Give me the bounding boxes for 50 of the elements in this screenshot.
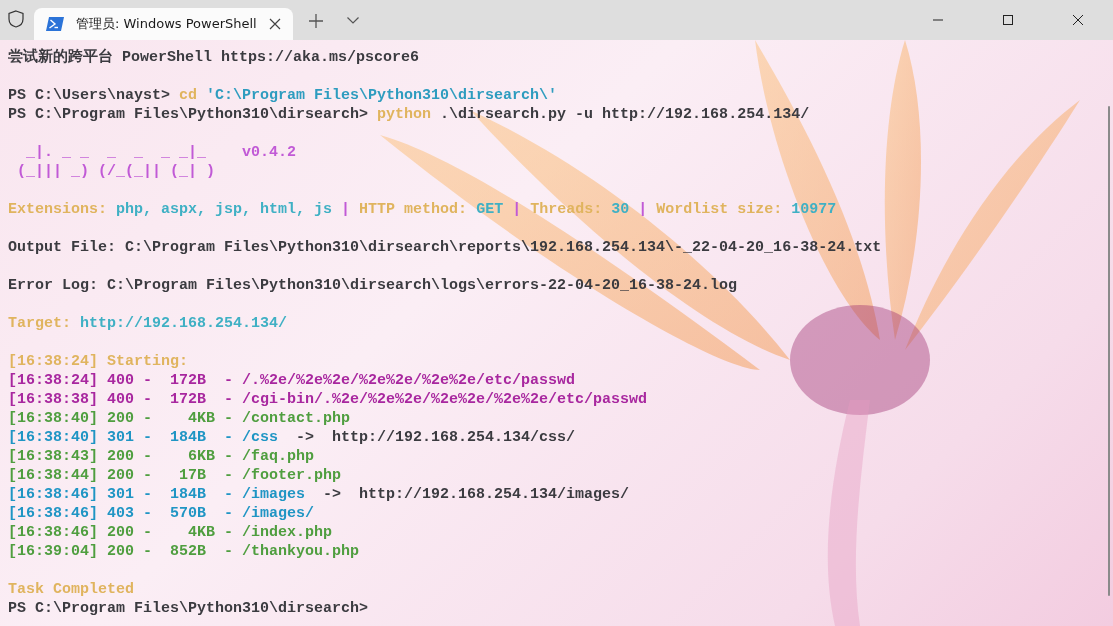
terminal-text: [16:38:43] 200 - 6KB - /faq.php	[8, 448, 315, 465]
terminal-text: Output File: C:\Program Files\Python310\dirsearch\reports\192.168.254.134\-_22-04-20_16-38-24.txt	[8, 239, 882, 256]
terminal-text: (_||| _) (/_(_|| (_| )	[16, 163, 216, 180]
terminal-text: Extensions:	[8, 201, 109, 218]
scrollbar[interactable]	[1108, 106, 1110, 596]
terminal-text: http://192.168.254.134/	[80, 315, 288, 332]
terminal-text: |	[341, 201, 351, 218]
terminal-text: PS C:\Users\nayst>	[8, 87, 172, 104]
tab-title: 管理员: Windows PowerShell	[76, 15, 257, 33]
powershell-icon	[46, 17, 64, 31]
terminal-text: 'C:\Program Files\Python310\dirsearch\'	[206, 87, 558, 104]
terminal-text: python	[377, 106, 433, 123]
terminal-text: Target:	[8, 315, 72, 332]
terminal-text: 尝试新的跨平台 PowerShell https://aka.ms/pscore6	[8, 49, 420, 66]
terminal-text: _|. _ _ _ _ _ _|_	[25, 144, 208, 161]
terminal-text: -> http://192.168.254.134/css/	[295, 429, 576, 446]
terminal-text: [16:38:38] 400 - 172B - /cgi-bin/.%2e/%2e%2e/%2e%2e/%2e%2e/etc/passwd	[8, 391, 648, 408]
terminal-text: [16:38:46] 301 - 184B - /images	[8, 486, 306, 503]
terminal-text: -> http://192.168.254.134/images/	[322, 486, 630, 503]
terminal-text: [16:38:40] 301 - 184B - /css	[8, 429, 279, 446]
terminal-text: .\dirsearch.py -u http://192.168.254.134/	[440, 106, 810, 123]
terminal-tab[interactable]: 管理员: Windows PowerShell	[34, 8, 293, 40]
terminal-text: [16:38:46] 403 - 570B - /images/	[8, 505, 315, 522]
terminal-text: |	[512, 201, 522, 218]
terminal-text: [16:38:24] 400 - 172B - /.%2e/%2e%2e/%2e%2e/%2e%2e/etc/passwd	[8, 372, 576, 389]
close-icon[interactable]	[268, 18, 281, 30]
plus-icon[interactable]	[308, 14, 323, 28]
terminal-text: Error Log: C:\Program Files\Python310\dirsearch\logs\errors-22-04-20_16-38-24.log	[8, 277, 738, 294]
terminal-text: GET	[476, 201, 505, 218]
chevron-down-icon[interactable]	[346, 17, 359, 24]
terminal-text: 30	[611, 201, 631, 218]
terminal-text: 10977	[791, 201, 837, 218]
terminal-text: php, aspx, jsp, html, js	[116, 201, 334, 218]
shield-icon[interactable]	[8, 10, 24, 28]
terminal-text: [16:38:24] Starting:	[8, 353, 189, 370]
terminal-text: [16:39:04] 200 - 852B - /thankyou.php	[8, 543, 360, 560]
terminal-text: Task Completed	[8, 581, 135, 598]
terminal-text: cd	[179, 87, 199, 104]
terminal-text: v0.4.2	[242, 144, 297, 161]
terminal-text: PS C:\Program Files\Python310\dirsearch>	[8, 106, 370, 123]
close-icon[interactable]	[1073, 15, 1083, 25]
terminal-text: [16:38:46] 200 - 4KB - /index.php	[8, 524, 333, 541]
terminal-text: |	[638, 201, 648, 218]
terminal-text: Wordlist size:	[655, 201, 784, 218]
terminal-text: PS C:\Program Files\Python310\dirsearch>	[8, 600, 369, 617]
terminal-text: [16:38:44] 200 - 17B - /footer.php	[8, 467, 342, 484]
terminal-text: HTTP method:	[358, 201, 469, 218]
terminal-text: Threads:	[529, 201, 604, 218]
maximize-icon[interactable]	[1003, 15, 1013, 25]
terminal-text: [16:38:40] 200 - 4KB - /contact.php	[8, 410, 351, 427]
